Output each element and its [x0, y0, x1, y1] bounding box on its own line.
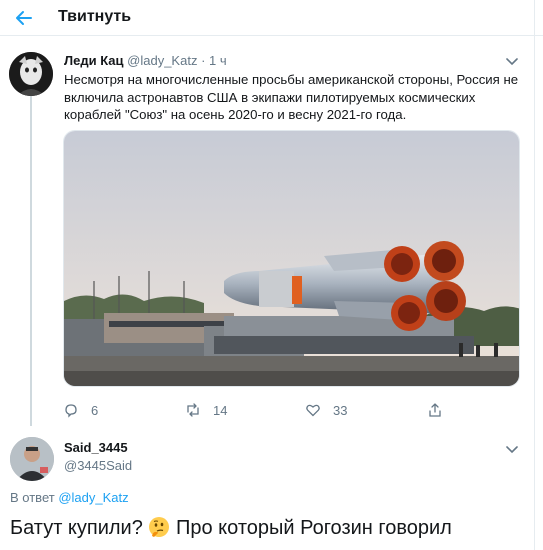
reply-icon [65, 404, 77, 418]
reply-count: 6 [91, 402, 99, 418]
retweet-button[interactable]: 14 [185, 400, 227, 420]
avatar[interactable] [10, 437, 54, 481]
tweet-actions: 6 14 33 [63, 400, 463, 420]
like-count: 33 [333, 402, 348, 418]
back-button[interactable] [12, 6, 36, 30]
avatar[interactable] [9, 52, 53, 96]
thinking-face-icon [149, 517, 170, 537]
reply-button[interactable]: 6 [63, 400, 98, 420]
tweet-media-photo[interactable] [63, 130, 520, 387]
column-border [534, 0, 535, 550]
avatar-image [10, 437, 54, 481]
retweet-icon [187, 403, 199, 417]
tweet-time[interactable]: 1 ч [209, 53, 227, 68]
chevron-down-icon[interactable] [505, 444, 519, 454]
page-title: Твитнуть [58, 8, 132, 25]
author-name[interactable]: Леди Кац [64, 53, 124, 68]
tweet-text-part2: Про который Рогозин говорил [175, 517, 452, 539]
soyuz-rocket-photo [64, 131, 519, 386]
tweet-author-line: Леди Кац @lady_Katz · 1 ч [64, 53, 227, 68]
reply-prefix: В ответ [10, 490, 55, 505]
like-button[interactable]: 33 [305, 400, 347, 420]
reply-to-link[interactable]: @lady_Katz [58, 490, 128, 505]
tweet-text-part1: Батут купили? [10, 517, 143, 539]
retweet-count: 14 [213, 402, 228, 418]
avatar-image [9, 52, 53, 96]
author-handle[interactable]: @3445Said [64, 458, 132, 473]
page-header: Твитнуть [0, 0, 543, 36]
author-handle[interactable]: @lady_Katz [127, 53, 197, 68]
share-icon [429, 403, 441, 417]
author-name[interactable]: Said_3445 [64, 440, 128, 455]
thread-connector-line [30, 96, 32, 426]
reply-context: В ответ @lady_Katz [10, 490, 129, 505]
tweet-text: Несмотря на многочисленные просьбы амери… [64, 72, 519, 122]
separator: · [197, 53, 210, 68]
arrow-left-icon [16, 11, 32, 25]
share-button[interactable] [427, 400, 443, 420]
chevron-down-icon[interactable] [505, 56, 519, 66]
heart-icon [306, 404, 320, 417]
tweet-text: Батут купили? Про который Рогозин говори… [10, 516, 452, 540]
